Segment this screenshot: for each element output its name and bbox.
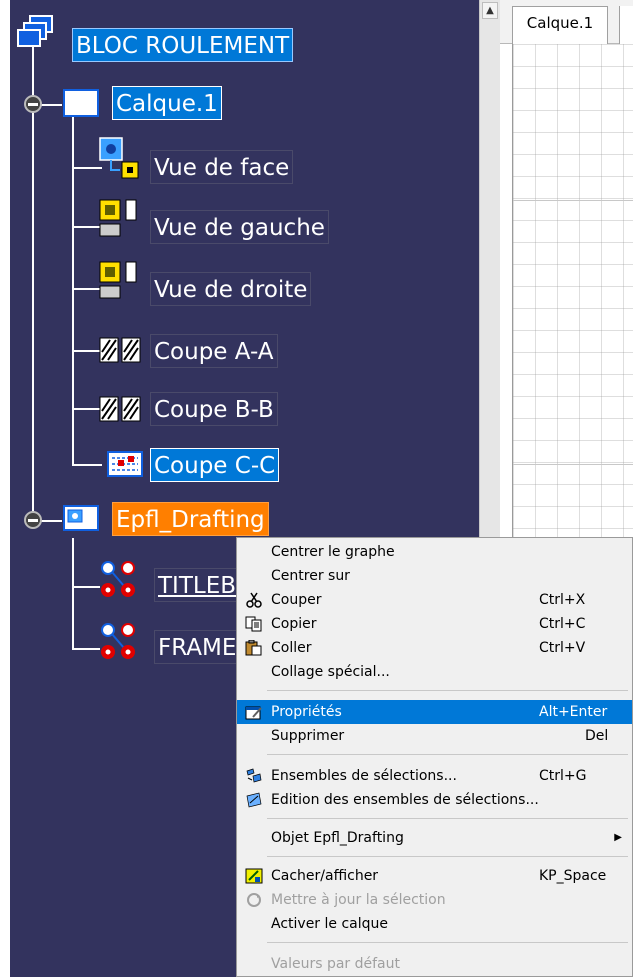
left-view-icon [99, 199, 137, 237]
menu-separator [267, 754, 628, 755]
menu-item-default-values: Valeurs par défaut [271, 956, 400, 972]
refresh-icon [247, 893, 261, 907]
background-sheet-icon [63, 505, 99, 531]
tree-node-root[interactable]: BLOC ROULEMENT [72, 28, 294, 62]
active-section-view-icon [107, 451, 143, 477]
section-view-icon [99, 337, 141, 363]
ditto-icon [101, 623, 135, 659]
drawing-root-icon [17, 15, 53, 47]
scroll-up-icon[interactable]: ▲ [482, 2, 498, 19]
menu-item-center-on[interactable]: Centrer sur [237, 564, 632, 588]
tree-node-sheet[interactable]: Calque.1 [112, 86, 222, 120]
tree-line-main [32, 46, 34, 520]
menu-item-delete[interactable]: Supprimer Del [237, 724, 632, 748]
menu-item-activate-sheet[interactable]: Activer le calque [237, 912, 632, 936]
menu-item-properties[interactable]: Propriétés Alt+Enter [237, 700, 632, 724]
selection-sets-icon [246, 768, 262, 783]
menu-item-edit-selection-sets[interactable]: Edition des ensembles de sélections... [237, 788, 632, 812]
tree-line-background [72, 538, 74, 648]
sheet-tab[interactable]: Calque.1 [512, 6, 608, 44]
tree-node-view[interactable]: Vue de face [150, 150, 294, 184]
tree-node-view-active[interactable]: Coupe C-C [150, 448, 280, 482]
menu-item-update-selection: Mettre à jour la sélection [237, 888, 632, 912]
edit-selection-sets-icon [246, 792, 262, 808]
menu-item-center-graph[interactable]: Centrer le graphe [237, 540, 632, 564]
menu-item-copy[interactable]: Copier Ctrl+C [237, 612, 632, 636]
menu-separator [267, 942, 628, 943]
collapse-icon[interactable] [24, 511, 42, 529]
menu-item-cut[interactable]: Couper Ctrl+X [237, 588, 632, 612]
tree-branch [40, 104, 62, 106]
menu-item-hide-show[interactable]: Cacher/afficher KP_Space [237, 864, 632, 888]
paste-icon [245, 640, 262, 656]
ditto-icon [101, 561, 135, 597]
tree-node-view[interactable]: Coupe A-A [150, 334, 278, 368]
copy-icon [245, 616, 262, 632]
properties-icon [245, 706, 262, 720]
menu-separator [267, 856, 628, 857]
section-view-icon [99, 396, 141, 422]
scissors-icon [246, 592, 262, 608]
tree-node-view[interactable]: Vue de droite [150, 272, 312, 306]
menu-item-object-submenu[interactable]: Objet Epfl_Drafting ▶ [237, 826, 632, 850]
hide-show-icon [245, 868, 263, 884]
collapse-icon[interactable] [24, 95, 42, 113]
context-menu: Centrer le graphe Centrer sur Couper Ctr… [236, 537, 633, 977]
sheet-icon [63, 89, 99, 117]
right-view-icon [99, 261, 137, 299]
menu-item-paste[interactable]: Coller Ctrl+V [237, 636, 632, 660]
tree-node-background[interactable]: Epfl_Drafting [112, 502, 269, 536]
sheet-tab-next[interactable] [619, 6, 633, 44]
tree-node-frame[interactable]: FRAME [154, 630, 241, 664]
menu-item-paste-special[interactable]: Collage spécial... [237, 660, 632, 684]
menu-separator [267, 690, 628, 691]
grid-line [513, 464, 633, 465]
tree-node-view[interactable]: Coupe B-B [150, 392, 278, 426]
front-view-icon [99, 137, 139, 179]
sheet-tab-bar: Calque.1 [500, 0, 633, 44]
menu-separator [267, 818, 628, 819]
tree-branch [72, 464, 102, 466]
tree-node-view[interactable]: Vue de gauche [150, 210, 329, 244]
tree-branch [40, 520, 62, 522]
submenu-arrow-icon: ▶ [614, 832, 622, 843]
grid-line [513, 200, 633, 201]
menu-item-selection-sets[interactable]: Ensembles de sélections... Ctrl+G [237, 764, 632, 788]
